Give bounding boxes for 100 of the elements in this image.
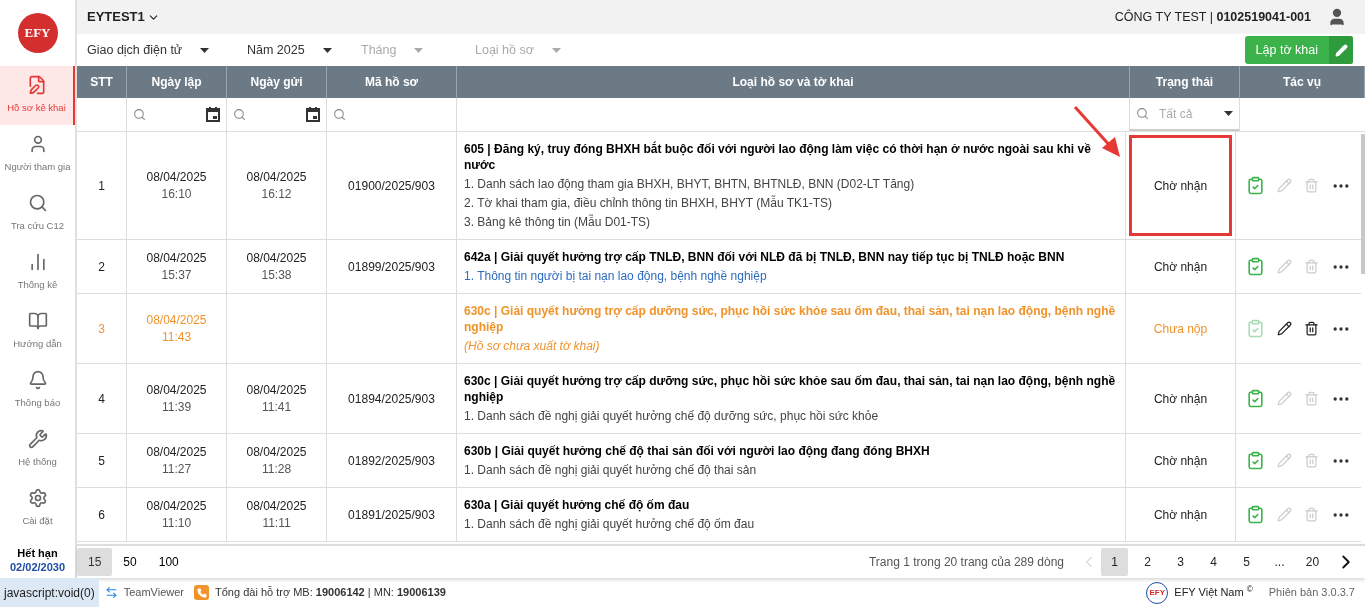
calendar-icon[interactable] bbox=[206, 107, 220, 122]
status-url: javascript:void(0) bbox=[0, 578, 99, 607]
approve-document-icon[interactable] bbox=[1246, 176, 1265, 195]
row-number: 2 bbox=[98, 258, 105, 276]
status-text: Chờ nhận bbox=[1153, 177, 1208, 195]
record-code: 01892/2025/903 bbox=[348, 452, 435, 470]
form-item: 1. Danh sách đề nghị giải quyết hưởng chế độ ốm đau bbox=[464, 516, 756, 532]
scrollbar[interactable] bbox=[1361, 134, 1365, 274]
form-link[interactable]: 1. Thông tin người bị tai nạn lao động, bệnh nghề nghiệp bbox=[464, 268, 1118, 284]
form-item: 2. Tờ khai tham gia, điều chỉnh thông tin BHXH, BHYT (Mẫu TK1-TS) bbox=[464, 195, 834, 211]
user-icon[interactable] bbox=[1327, 7, 1347, 27]
sidebar-item[interactable]: Người tham gia bbox=[0, 125, 75, 184]
column-header: Trạng thái bbox=[1130, 66, 1240, 98]
created-time: 16:10 bbox=[161, 185, 192, 203]
record-title: 630a | Giải quyết hưởng chế độ ốm đau bbox=[464, 497, 691, 513]
approve-document-icon[interactable] bbox=[1246, 257, 1265, 276]
teamviewer-label[interactable]: TeamViewer bbox=[123, 584, 185, 601]
search-icon[interactable] bbox=[333, 108, 346, 121]
page-button[interactable]: 3 bbox=[1167, 548, 1194, 576]
record-title: 642a | Giải quyết hưởng trợ cấp TNLĐ, BNN đối với NLĐ đã bị TNLĐ, BNN nay tiếp tục bị TNLĐ hoặc BNN bbox=[464, 249, 1066, 265]
row-number: 1 bbox=[98, 177, 105, 195]
caret-icon bbox=[1224, 111, 1233, 116]
record-code: 01894/2025/903 bbox=[348, 390, 435, 408]
created-time: 11:43 bbox=[161, 328, 192, 346]
search-icon bbox=[1136, 107, 1149, 120]
sent-time: 16:12 bbox=[261, 185, 292, 203]
row-number: 5 bbox=[98, 452, 105, 470]
page-button[interactable]: 20 bbox=[1299, 548, 1326, 576]
sidebar-item[interactable]: Hướng dẫn bbox=[0, 302, 75, 361]
edit-icon[interactable] bbox=[1277, 321, 1292, 336]
status-text: Chờ nhận bbox=[1153, 506, 1208, 524]
page-size-option[interactable]: 50 bbox=[112, 548, 148, 576]
page-size-option[interactable]: 100 bbox=[147, 548, 190, 576]
record-code: 01891/2025/903 bbox=[348, 506, 435, 524]
search-icon bbox=[27, 193, 48, 214]
page-button[interactable]: 5 bbox=[1233, 548, 1260, 576]
page-button[interactable]: 2 bbox=[1134, 548, 1161, 576]
expiry-label: Hết hạn bbox=[17, 546, 58, 560]
logo: EFY bbox=[17, 13, 58, 53]
gear-icon bbox=[27, 488, 48, 509]
page-button[interactable]: ... bbox=[1266, 548, 1293, 576]
column-header: Ngày lập bbox=[127, 66, 227, 98]
sent-time: 11:28 bbox=[261, 460, 292, 478]
created-date: 08/04/2025 bbox=[146, 443, 207, 461]
expiry-date: 02/02/2030 bbox=[9, 560, 66, 574]
approve-document-icon[interactable] bbox=[1246, 451, 1265, 470]
form-item: 1. Danh sách lao động tham gia BHXH, BHYT, BHTN, BHTNLĐ, BNN (D02-LT Tăng) bbox=[464, 176, 916, 192]
calendar-icon[interactable] bbox=[306, 107, 320, 122]
sent-date: 08/04/2025 bbox=[246, 381, 307, 399]
sent-date: 08/04/2025 bbox=[246, 497, 307, 515]
sent-time: 15:38 bbox=[261, 266, 292, 284]
created-date: 08/04/2025 bbox=[146, 311, 207, 329]
page-button[interactable]: 1 bbox=[1101, 548, 1128, 576]
form-item: 1. Danh sách đề nghị giải quyết hưởng chế độ dưỡng sức, phục hồi sức khỏe bbox=[464, 408, 880, 424]
row-number: 4 bbox=[98, 390, 105, 408]
column-header: Loại hồ sơ và tờ khai bbox=[457, 66, 1130, 98]
form-item: 3. Bảng kê thông tin (Mẫu D01-TS) bbox=[464, 214, 652, 230]
book-icon bbox=[27, 311, 48, 332]
delete-icon[interactable] bbox=[1304, 321, 1319, 336]
page-size-option[interactable]: 15 bbox=[77, 548, 113, 576]
created-time: 11:10 bbox=[161, 514, 192, 532]
status-text: Chưa nộp bbox=[1153, 320, 1208, 338]
status-text: Chờ nhận bbox=[1153, 390, 1208, 408]
arrows-icon bbox=[104, 586, 118, 599]
search-icon[interactable] bbox=[233, 108, 246, 121]
column-header: Tác vụ bbox=[1240, 66, 1365, 98]
status-text: Chờ nhận bbox=[1153, 258, 1208, 276]
column-header: STT bbox=[77, 66, 127, 98]
page-button[interactable]: 4 bbox=[1200, 548, 1227, 576]
search-icon[interactable] bbox=[133, 108, 146, 121]
hotline-text: Tổng đài hỗ trợ MB: 19006142 | MN: 19006139 bbox=[215, 585, 446, 601]
created-date: 08/04/2025 bbox=[146, 381, 207, 399]
filter-dropdown[interactable]: Giao dịch điện tử bbox=[87, 40, 247, 60]
sidebar-item[interactable]: Cài đặt bbox=[0, 479, 75, 538]
record-note: (Hồ sơ chưa xuất tờ khai) bbox=[464, 338, 601, 354]
approve-document-icon[interactable] bbox=[1246, 319, 1265, 338]
record-title: 630b | Giải quyết hưởng chế độ thai sản đối với người lao động đang đóng BHXH bbox=[464, 443, 931, 459]
account-dropdown[interactable]: EYTEST1 bbox=[87, 7, 160, 27]
approve-document-icon[interactable] bbox=[1246, 505, 1265, 524]
approve-document-icon[interactable] bbox=[1246, 389, 1265, 408]
sidebar-item[interactable]: Hồ sơ kê khai bbox=[0, 66, 75, 125]
sidebar-item[interactable]: Tra cứu C12 bbox=[0, 184, 75, 243]
sent-date: 08/04/2025 bbox=[246, 443, 307, 461]
wrench-icon bbox=[27, 429, 48, 450]
caret-icon bbox=[200, 47, 210, 53]
caret-icon bbox=[322, 47, 332, 53]
filter-dropdown[interactable]: Năm 2025 bbox=[247, 40, 361, 60]
record-code: 01900/2025/903 bbox=[348, 177, 435, 195]
caret-icon bbox=[414, 47, 424, 53]
bell-icon bbox=[27, 370, 48, 391]
column-header: Ngày gửi bbox=[227, 66, 327, 98]
row-number: 6 bbox=[98, 506, 105, 524]
sidebar-item[interactable]: Hệ thống bbox=[0, 420, 75, 479]
sidebar-item[interactable]: Thông báo bbox=[0, 361, 75, 420]
sidebar-item[interactable]: Thống kê bbox=[0, 243, 75, 302]
pencil-icon bbox=[1334, 43, 1348, 57]
sent-time: 11:41 bbox=[261, 398, 292, 416]
brand-name: EFY Việt Nam $^{©}$ bbox=[1174, 584, 1253, 601]
status-text: Chờ nhận bbox=[1153, 452, 1208, 470]
phone-icon bbox=[194, 585, 210, 600]
